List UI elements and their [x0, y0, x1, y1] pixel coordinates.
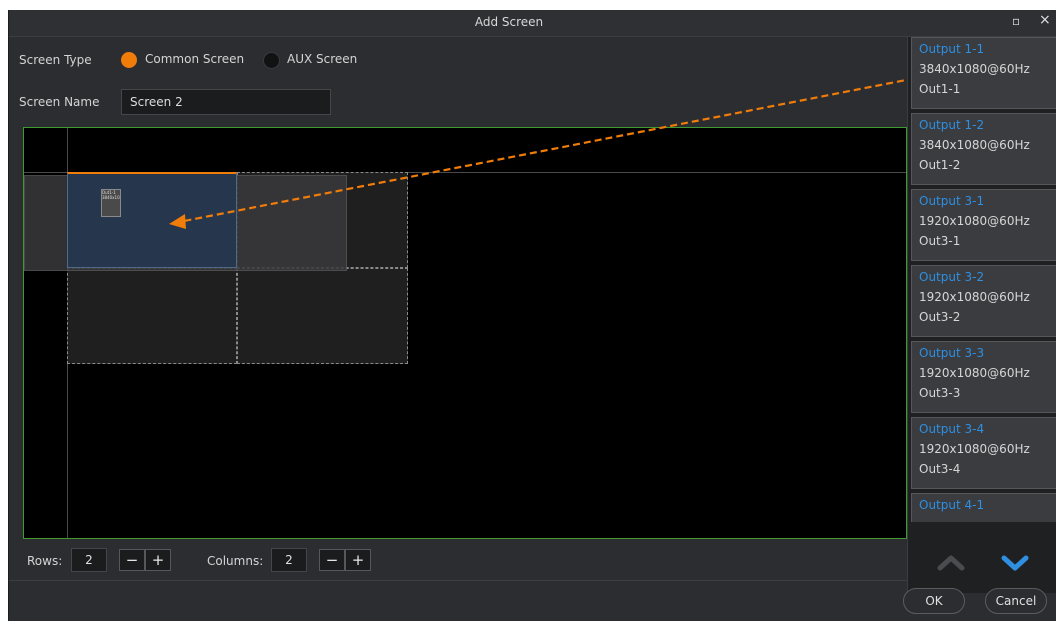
rows-label: Rows:	[27, 554, 63, 568]
cancel-button[interactable]: Cancel	[985, 588, 1047, 614]
columns-decrement-button[interactable]: −	[319, 549, 345, 571]
output-name: Output 3-3	[919, 346, 985, 360]
output-resolution: 1920x1080@60Hz	[919, 366, 1030, 380]
chevron-down-icon[interactable]	[1000, 552, 1030, 572]
columns-label: Columns:	[207, 554, 264, 568]
output-name: Output 3-1	[919, 194, 985, 208]
output-name: Output 3-4	[919, 422, 985, 436]
output-name: Output 1-2	[919, 118, 985, 132]
drag-arrow-head	[169, 214, 186, 229]
output-code: Out3-4	[919, 462, 961, 476]
output-item[interactable]: Output 3-2 1920x1080@60Hz Out3-2	[911, 265, 1056, 337]
output-item[interactable]: Output 1-2 3840x1080@60Hz Out1-2	[911, 113, 1056, 185]
ok-button[interactable]: OK	[903, 588, 965, 614]
output-code: Out1-2	[919, 158, 961, 172]
output-resolution: 1920x1080@60Hz	[919, 442, 1030, 456]
rows-decrement-button[interactable]: −	[119, 549, 145, 571]
drag-arrow-annotation	[169, 70, 948, 229]
output-item[interactable]: Output 3-3 1920x1080@60Hz Out3-3	[911, 341, 1056, 413]
output-list-panel: Output 1-1 3840x1080@60Hz Out1-1 Output …	[907, 37, 1056, 593]
output-item[interactable]: Output 3-1 1920x1080@60Hz Out3-1	[911, 189, 1056, 261]
grid-controls: Rows: 2 − + Columns: 2 − +	[9, 540, 907, 580]
footer-divider	[9, 580, 907, 581]
rows-value[interactable]: 2	[71, 548, 107, 572]
output-resolution: 3840x1080@60Hz	[919, 138, 1030, 152]
output-resolution: 3840x1080@60Hz	[919, 62, 1030, 76]
output-code: Out1-1	[919, 82, 961, 96]
output-item[interactable]: Output 3-4 1920x1080@60Hz Out3-4	[911, 417, 1056, 489]
output-code: Out3-3	[919, 386, 961, 400]
output-item[interactable]: Output 4-1	[911, 493, 1056, 522]
columns-increment-button[interactable]: +	[345, 549, 371, 571]
output-item[interactable]: Output 1-1 3840x1080@60Hz Out1-1	[911, 37, 1056, 109]
output-name: Output 3-2	[919, 270, 985, 284]
chevron-up-icon[interactable]	[936, 552, 966, 572]
output-code: Out3-1	[919, 234, 961, 248]
output-resolution	[919, 518, 1056, 522]
output-resolution: 1920x1080@60Hz	[919, 290, 1030, 304]
rows-increment-button[interactable]: +	[145, 549, 171, 571]
drag-arrow-line	[178, 70, 948, 224]
output-name: Output 1-1	[919, 42, 985, 56]
output-name: Output 4-1	[919, 498, 985, 512]
output-resolution: 1920x1080@60Hz	[919, 214, 1030, 228]
columns-value[interactable]: 2	[271, 548, 307, 572]
output-list[interactable]: Output 1-1 3840x1080@60Hz Out1-1 Output …	[908, 37, 1056, 522]
output-code: Out3-2	[919, 310, 961, 324]
add-screen-dialog: Add Screen ▫ × Screen Type Common Screen…	[8, 10, 1056, 621]
